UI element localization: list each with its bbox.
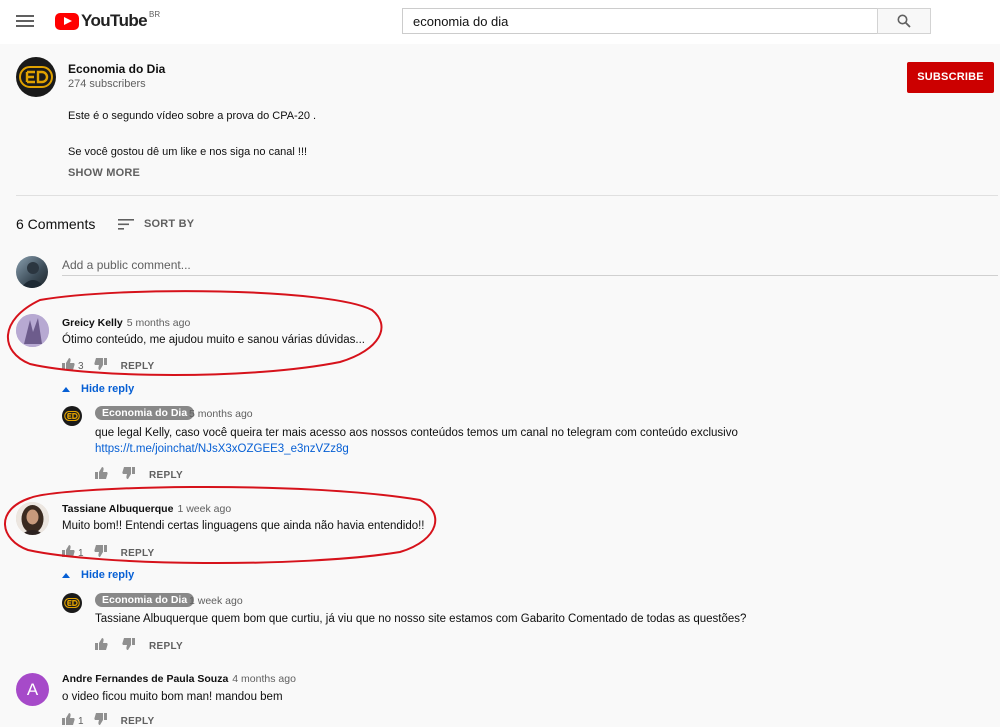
- description-line: Se você gostou dê um like e nos siga no …: [68, 146, 308, 158]
- channel-name[interactable]: Economia do Dia: [68, 62, 165, 76]
- channel-avatar[interactable]: [16, 57, 56, 97]
- reply-button[interactable]: REPLY: [121, 361, 155, 372]
- comment-time[interactable]: 4 months ago: [232, 673, 296, 685]
- comment-text: Muito bom!! Entendi certas linguagens qu…: [62, 520, 425, 532]
- comment-time[interactable]: 5 months ago: [189, 408, 253, 420]
- youtube-logo[interactable]: YouTube BR: [55, 10, 160, 32]
- user-photo-icon: [21, 262, 45, 288]
- comments-count: 6 Comments: [16, 216, 96, 232]
- sort-label: SORT BY: [144, 218, 195, 230]
- like-icon[interactable]: [95, 637, 108, 655]
- search-button[interactable]: [877, 8, 931, 34]
- channel-logo-icon: [64, 598, 80, 608]
- like-icon[interactable]: [62, 544, 75, 562]
- youtube-play-icon: [55, 12, 79, 30]
- like-icon[interactable]: [62, 357, 75, 375]
- comment-text: o video ficou muito bom man! mandou bem: [62, 691, 283, 703]
- dislike-icon[interactable]: [93, 712, 107, 727]
- telegram-link[interactable]: https://t.me/joinchat/NJsX3xOZGEE3_e3nzV…: [95, 443, 349, 455]
- collapse-arrow-icon: [62, 572, 70, 578]
- reply-button[interactable]: REPLY: [149, 641, 183, 652]
- reply-button[interactable]: REPLY: [121, 548, 155, 559]
- author-name[interactable]: Andre Fernandes de Paula Souza: [62, 673, 228, 685]
- sort-by-button[interactable]: SORT BY: [118, 215, 194, 233]
- comment-actions: 1 REPLY: [62, 544, 155, 562]
- subscribe-button[interactable]: SUBSCRIBE: [907, 62, 994, 93]
- avatar[interactable]: [16, 502, 49, 535]
- avatar[interactable]: [16, 314, 49, 347]
- dislike-icon[interactable]: [93, 357, 107, 375]
- creator-badge[interactable]: Economia do Dia: [95, 406, 195, 420]
- comment-time[interactable]: 5 months ago: [127, 317, 191, 329]
- search-input[interactable]: [402, 8, 878, 34]
- reply-avatar[interactable]: [62, 406, 82, 426]
- like-icon[interactable]: [62, 712, 75, 727]
- comment-time[interactable]: 1 week ago: [177, 503, 231, 515]
- hide-reply-button[interactable]: Hide reply: [62, 383, 134, 395]
- comment-author[interactable]: Tassiane Albuquerque 1 week ago: [62, 503, 231, 515]
- author-name[interactable]: Tassiane Albuquerque: [62, 503, 173, 515]
- menu-icon[interactable]: [14, 12, 36, 30]
- collapse-arrow-icon: [62, 386, 70, 392]
- channel-logo-icon: [19, 66, 53, 88]
- comment-actions: REPLY: [95, 637, 183, 655]
- sort-icon: [118, 219, 134, 230]
- show-more-button[interactable]: SHOW MORE: [68, 167, 140, 179]
- description-line: Este é o segundo vídeo sobre a prova do …: [68, 110, 317, 122]
- search-icon: [897, 14, 911, 28]
- hide-reply-label: Hide reply: [81, 383, 135, 395]
- comment-author[interactable]: Andre Fernandes de Paula Souza 4 months a…: [62, 673, 296, 685]
- reply-avatar[interactable]: [62, 593, 82, 613]
- comment-actions: 1 REPLY: [62, 712, 155, 727]
- reply-button[interactable]: REPLY: [149, 470, 183, 481]
- hide-reply-button[interactable]: Hide reply: [62, 569, 134, 581]
- creator-badge[interactable]: Economia do Dia: [95, 593, 195, 607]
- add-comment-input[interactable]: Add a public comment...: [62, 256, 998, 276]
- comment-author[interactable]: Greicy Kelly 5 months ago: [62, 317, 190, 329]
- logo-country: BR: [149, 9, 161, 19]
- comment-text: Ótimo conteúdo, me ajudou muito e sanou …: [62, 334, 366, 346]
- divider: [16, 195, 998, 196]
- avatar-photo-icon: [16, 314, 49, 347]
- like-icon[interactable]: [95, 466, 108, 484]
- like-count: 1: [78, 547, 84, 559]
- hide-reply-label: Hide reply: [81, 569, 135, 581]
- dislike-icon[interactable]: [122, 466, 135, 484]
- comment-text: Tassiane Albuquerque quem bom que curtiu…: [95, 613, 747, 625]
- dislike-icon[interactable]: [93, 544, 107, 562]
- comment-actions: 3 REPLY: [62, 357, 155, 375]
- avatar[interactable]: A: [16, 673, 49, 706]
- like-count: 3: [78, 360, 84, 372]
- comment-time[interactable]: 1 week ago: [189, 595, 243, 607]
- author-name[interactable]: Greicy Kelly: [62, 317, 123, 329]
- user-avatar: [16, 256, 48, 288]
- channel-logo-icon: [64, 411, 80, 421]
- dislike-icon[interactable]: [122, 637, 135, 655]
- top-bar: YouTube BR: [0, 0, 1000, 44]
- avatar-photo-icon: [16, 502, 49, 535]
- reply-button[interactable]: REPLY: [121, 716, 155, 727]
- subscriber-count: 274 subscribers: [68, 78, 146, 90]
- comment-actions: REPLY: [95, 466, 183, 484]
- logo-text: YouTube: [81, 11, 148, 30]
- like-count: 1: [78, 715, 84, 727]
- comment-text: que legal Kelly, caso você queira ter ma…: [95, 427, 738, 439]
